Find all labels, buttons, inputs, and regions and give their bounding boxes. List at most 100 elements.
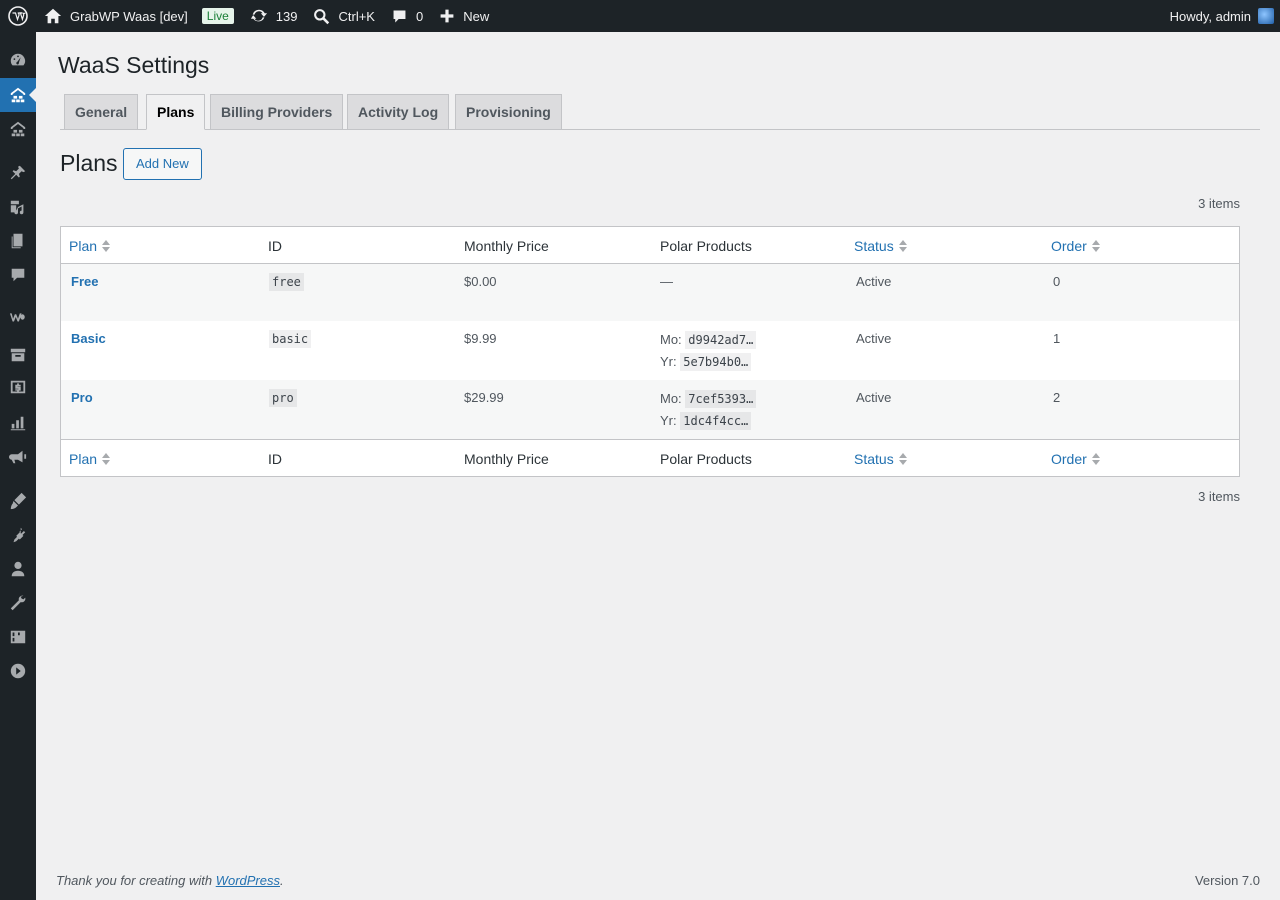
tab-activity-log[interactable]: Activity Log — [347, 94, 450, 130]
tools-icon[interactable] — [0, 586, 36, 620]
table-row: Free free $0.00 — Active 0 — [61, 264, 1239, 321]
settings-icon[interactable] — [0, 620, 36, 654]
main-content: WaaS Settings General Plans Billing Prov… — [36, 32, 1280, 900]
comment-icon — [393, 10, 406, 22]
column-plan[interactable]: Plan — [69, 440, 111, 477]
tab-billing-providers[interactable]: Billing Providers — [210, 94, 344, 130]
column-id: ID — [268, 450, 282, 467]
new-content-link[interactable]: New — [431, 0, 497, 32]
monthly-product-label: Mo: — [660, 332, 682, 347]
command-palette-link[interactable]: Ctrl+K — [305, 0, 382, 32]
column-plan-label: Plan — [69, 450, 98, 467]
column-id: ID — [268, 237, 282, 254]
users-icon[interactable] — [0, 552, 36, 586]
plan-price: $9.99 — [464, 331, 497, 346]
section-title: Plans — [60, 150, 118, 176]
plus-icon — [440, 9, 454, 23]
tab-general[interactable]: General — [64, 94, 139, 130]
plan-status: Active — [856, 274, 892, 289]
my-account-link[interactable]: Howdy, admin — [1162, 0, 1280, 32]
column-polar-products: Polar Products — [660, 450, 752, 467]
comments-count: 0 — [415, 8, 424, 24]
payments-icon[interactable] — [0, 370, 36, 404]
sort-icon — [102, 239, 111, 253]
settings-tabs: General Plans Billing Providers Activity… — [60, 94, 1260, 130]
monthly-product-id: 7cef5393… — [685, 390, 757, 408]
plan-order: 1 — [1053, 331, 1061, 346]
posts-icon[interactable] — [0, 156, 36, 190]
column-order-label: Order — [1051, 450, 1087, 467]
sites-icon[interactable] — [0, 112, 36, 146]
column-plan[interactable]: Plan — [69, 227, 111, 264]
column-polar-products: Polar Products — [660, 237, 752, 254]
wordpress-link[interactable]: WordPress — [216, 873, 280, 888]
comments-icon[interactable] — [0, 258, 36, 292]
comments-link[interactable]: 0 — [383, 0, 431, 32]
greeting: Howdy, admin — [1169, 8, 1251, 24]
items-count-bottom: 3 items — [1198, 489, 1240, 504]
column-order-label: Order — [1051, 237, 1087, 254]
plan-name-link[interactable]: Free — [71, 274, 98, 289]
add-new-button[interactable]: Add New — [123, 148, 202, 180]
plugins-icon[interactable] — [0, 518, 36, 552]
column-order[interactable]: Order — [1051, 440, 1100, 477]
plan-order: 2 — [1053, 390, 1061, 405]
plan-products: Mo: 7cef5393… Yr: 1dc4f4cc… — [660, 388, 757, 432]
plan-status: Active — [856, 390, 892, 405]
sort-icon — [898, 239, 907, 253]
live-badge: Live — [201, 8, 234, 24]
column-status[interactable]: Status — [854, 440, 907, 477]
plan-name-link[interactable]: Pro — [71, 390, 93, 405]
avatar — [1258, 8, 1274, 24]
yearly-product-id: 1dc4f4cc… — [680, 412, 752, 430]
footer-thanks-suffix: . — [280, 873, 284, 888]
column-status-label: Status — [854, 450, 894, 467]
wordpress-logo-icon[interactable] — [0, 0, 36, 32]
plan-id: pro — [269, 389, 297, 407]
sort-icon — [898, 452, 907, 466]
site-name: GrabWP Waas [dev] — [70, 8, 188, 24]
column-status[interactable]: Status — [854, 227, 907, 264]
footer-thanks: Thank you for creating with WordPress. — [56, 873, 284, 888]
media-icon[interactable] — [0, 190, 36, 224]
monthly-product-label: Mo: — [660, 391, 682, 406]
updates-link[interactable]: 139 — [242, 0, 306, 32]
plan-order: 0 — [1053, 274, 1061, 289]
plans-table: Plan ID Monthly Price Polar Products Sta… — [60, 226, 1240, 477]
plan-products: — — [660, 274, 673, 289]
waas-icon[interactable] — [0, 78, 36, 112]
site-name-link[interactable]: GrabWP Waas [dev] Live — [36, 0, 242, 32]
new-label: New — [463, 8, 490, 24]
sort-icon — [102, 452, 111, 466]
woocommerce-icon[interactable] — [0, 300, 36, 334]
table-header: Plan ID Monthly Price Polar Products Sta… — [61, 227, 1239, 264]
tab-plans[interactable]: Plans — [146, 94, 206, 130]
updates-count: 139 — [275, 8, 298, 24]
column-status-label: Status — [854, 237, 894, 254]
footer-thanks-text: Thank you for creating with — [56, 873, 216, 888]
yearly-product-label: Yr: — [660, 354, 677, 369]
page-title: WaaS Settings — [58, 52, 210, 78]
plan-name-link[interactable]: Basic — [71, 331, 106, 346]
sort-icon — [1091, 452, 1100, 466]
updates-icon — [250, 9, 267, 22]
column-plan-label: Plan — [69, 237, 98, 254]
pages-icon[interactable] — [0, 224, 36, 258]
column-monthly-price: Monthly Price — [464, 237, 549, 254]
plan-price: $0.00 — [464, 274, 497, 289]
table-row: Basic basic $9.99 Mo: d9942ad7… Yr: 5e7b… — [61, 321, 1239, 380]
items-count-top: 3 items — [1198, 196, 1240, 211]
products-icon[interactable] — [0, 338, 36, 372]
column-order[interactable]: Order — [1051, 227, 1100, 264]
marketing-icon[interactable] — [0, 440, 36, 474]
tab-provisioning[interactable]: Provisioning — [455, 94, 562, 130]
column-monthly-price: Monthly Price — [464, 450, 549, 467]
footer-version: Version 7.0 — [1194, 873, 1260, 888]
dashboard-icon[interactable] — [0, 43, 36, 77]
yearly-product-label: Yr: — [660, 413, 677, 428]
appearance-icon[interactable] — [0, 484, 36, 518]
table-footer: Plan ID Monthly Price Polar Products Sta… — [61, 439, 1239, 476]
analytics-icon[interactable] — [0, 406, 36, 440]
collapse-icon[interactable] — [0, 654, 36, 688]
monthly-product-id: d9942ad7… — [685, 331, 757, 349]
